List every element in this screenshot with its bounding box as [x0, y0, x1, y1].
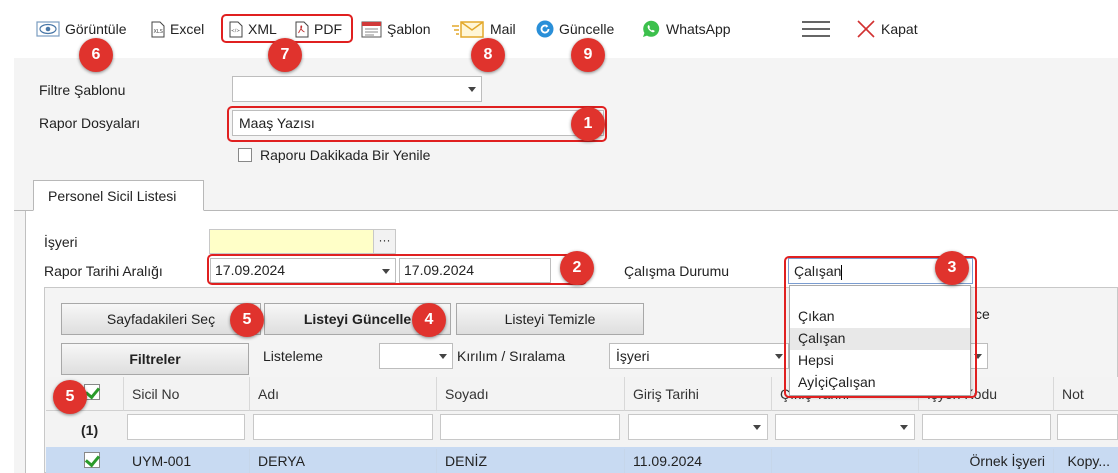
eye-icon [36, 21, 60, 37]
tab-personnel-list[interactable]: Personel Sicil Listesi [33, 180, 204, 211]
column-header[interactable]: Not [1054, 377, 1118, 411]
view-label: Görüntüle [65, 21, 127, 37]
refresh-button[interactable]: Güncelle [536, 18, 614, 40]
toolbar: Görüntüle XLS Excel </> XML PDF Şablon M… [0, 0, 1118, 58]
cell-surname: DENİZ [437, 449, 625, 473]
filter-sicil-no[interactable] [127, 414, 245, 440]
cell-note: Kopy... [1067, 453, 1110, 469]
step-badge-4: 4 [412, 303, 446, 337]
close-icon [857, 20, 875, 38]
listing-label: Listeleme [263, 348, 323, 364]
chevron-down-icon [900, 425, 908, 430]
cell-start-date: 11.09.2024 [625, 449, 772, 473]
step-badge-3: 3 [935, 251, 969, 285]
listing-dropdown[interactable] [379, 343, 453, 369]
mail-button[interactable]: Mail [451, 18, 516, 40]
date-range-label: Rapor Tarihi Aralığı [44, 263, 163, 279]
step-badge-9: 9 [571, 38, 605, 72]
date-range-highlight [207, 254, 587, 285]
auto-refresh-checkbox[interactable]: Raporu Dakikada Bir Yenile [238, 147, 430, 163]
step-badge-1: 1 [571, 107, 605, 141]
svg-text:XLS: XLS [154, 29, 163, 35]
excel-label: Excel [170, 21, 205, 37]
filter-template-dropdown[interactable] [232, 76, 482, 102]
row-count-label: (1) [81, 422, 99, 438]
column-header[interactable]: Giriş Tarihi [625, 377, 772, 411]
step-badge-2: 2 [560, 251, 594, 285]
refresh-label: Güncelle [559, 21, 615, 37]
chevron-down-icon [753, 425, 761, 430]
filter-workplace-code[interactable] [922, 414, 1051, 440]
filter-surname[interactable] [440, 414, 620, 440]
whatsapp-label: WhatsApp [666, 21, 731, 37]
filter-name[interactable] [253, 414, 433, 440]
close-label: Kapat [881, 21, 918, 37]
step-badge-6: 6 [79, 38, 113, 72]
row-checkbox[interactable] [84, 452, 100, 468]
step-badge-5: 5 [230, 303, 264, 337]
cell-sicil-no: UYM-001 [124, 449, 250, 473]
step-badge-5-grid: 5 [53, 380, 87, 414]
mail-label: Mail [490, 21, 516, 37]
close-button[interactable]: Kapat [856, 18, 918, 40]
cell-end-date [772, 449, 919, 473]
report-files-label: Rapor Dosyaları [39, 115, 141, 131]
excel-button[interactable]: XLS Excel [151, 18, 204, 40]
chevron-down-icon [468, 87, 476, 92]
work-status-label: Çalışma Durumu [624, 263, 730, 279]
workplace-input[interactable]: ··· [209, 229, 396, 254]
hamburger-menu-icon[interactable] [802, 21, 830, 39]
chevron-down-icon [775, 354, 783, 359]
template-icon [361, 21, 382, 37]
workplace-label: İşyeri [44, 234, 78, 250]
partial-label: ce [975, 306, 990, 322]
report-files-highlight [227, 106, 607, 142]
checkbox-box [238, 148, 252, 162]
cell-name: DERYA [250, 449, 437, 473]
excel-icon: XLS [151, 21, 165, 37]
step-badge-7: 7 [268, 38, 302, 72]
whatsapp-icon [643, 20, 660, 37]
column-header[interactable]: Adı [250, 377, 437, 411]
clear-list-button[interactable]: Listeyi Temizle [456, 303, 644, 335]
ellipsis-button[interactable]: ··· [373, 230, 395, 253]
auto-refresh-label: Raporu Dakikada Bir Yenile [260, 147, 431, 163]
more-icon: ··· [378, 233, 391, 247]
template-label: Şablon [387, 21, 431, 37]
chevron-down-icon [439, 354, 447, 359]
filter-start-date[interactable] [628, 414, 768, 440]
refresh-icon [536, 20, 554, 38]
tab-label: Personel Sicil Listesi [48, 188, 177, 204]
filter-end-date[interactable] [775, 414, 915, 440]
column-header[interactable]: Soyadı [437, 377, 625, 411]
step-badge-8: 8 [471, 38, 505, 72]
filters-button[interactable]: Filtreler [61, 343, 249, 375]
column-header[interactable]: Sicil No [124, 377, 250, 411]
break-sort-dropdown[interactable]: İşyeri [609, 343, 789, 369]
mail-icon [452, 21, 484, 38]
whatsapp-button[interactable]: WhatsApp [641, 18, 731, 40]
filter-template-label: Filtre Şablonu [39, 82, 126, 98]
view-button[interactable]: Görüntüle [36, 18, 126, 40]
break-sort-label: Kırılım / Sıralama [457, 348, 566, 364]
cell-workplace-code: Örnek İşyeri [919, 449, 1054, 473]
filter-note[interactable] [1057, 414, 1118, 440]
row-checkbox-cell[interactable] [84, 452, 100, 468]
template-button[interactable]: Şablon [361, 18, 431, 40]
